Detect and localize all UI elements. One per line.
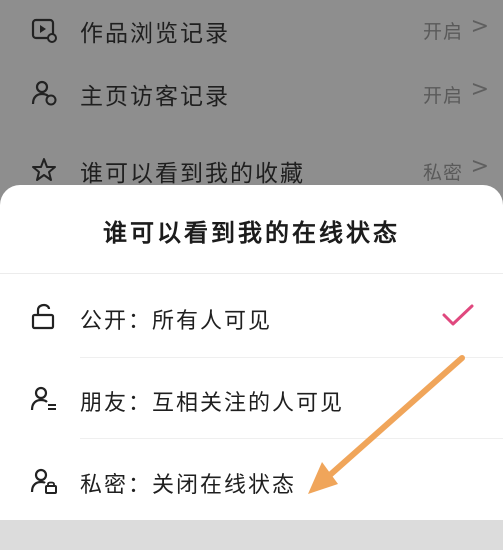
annotation-arrow-icon [308,355,465,494]
baidu-watermark: Bai [443,498,483,523]
